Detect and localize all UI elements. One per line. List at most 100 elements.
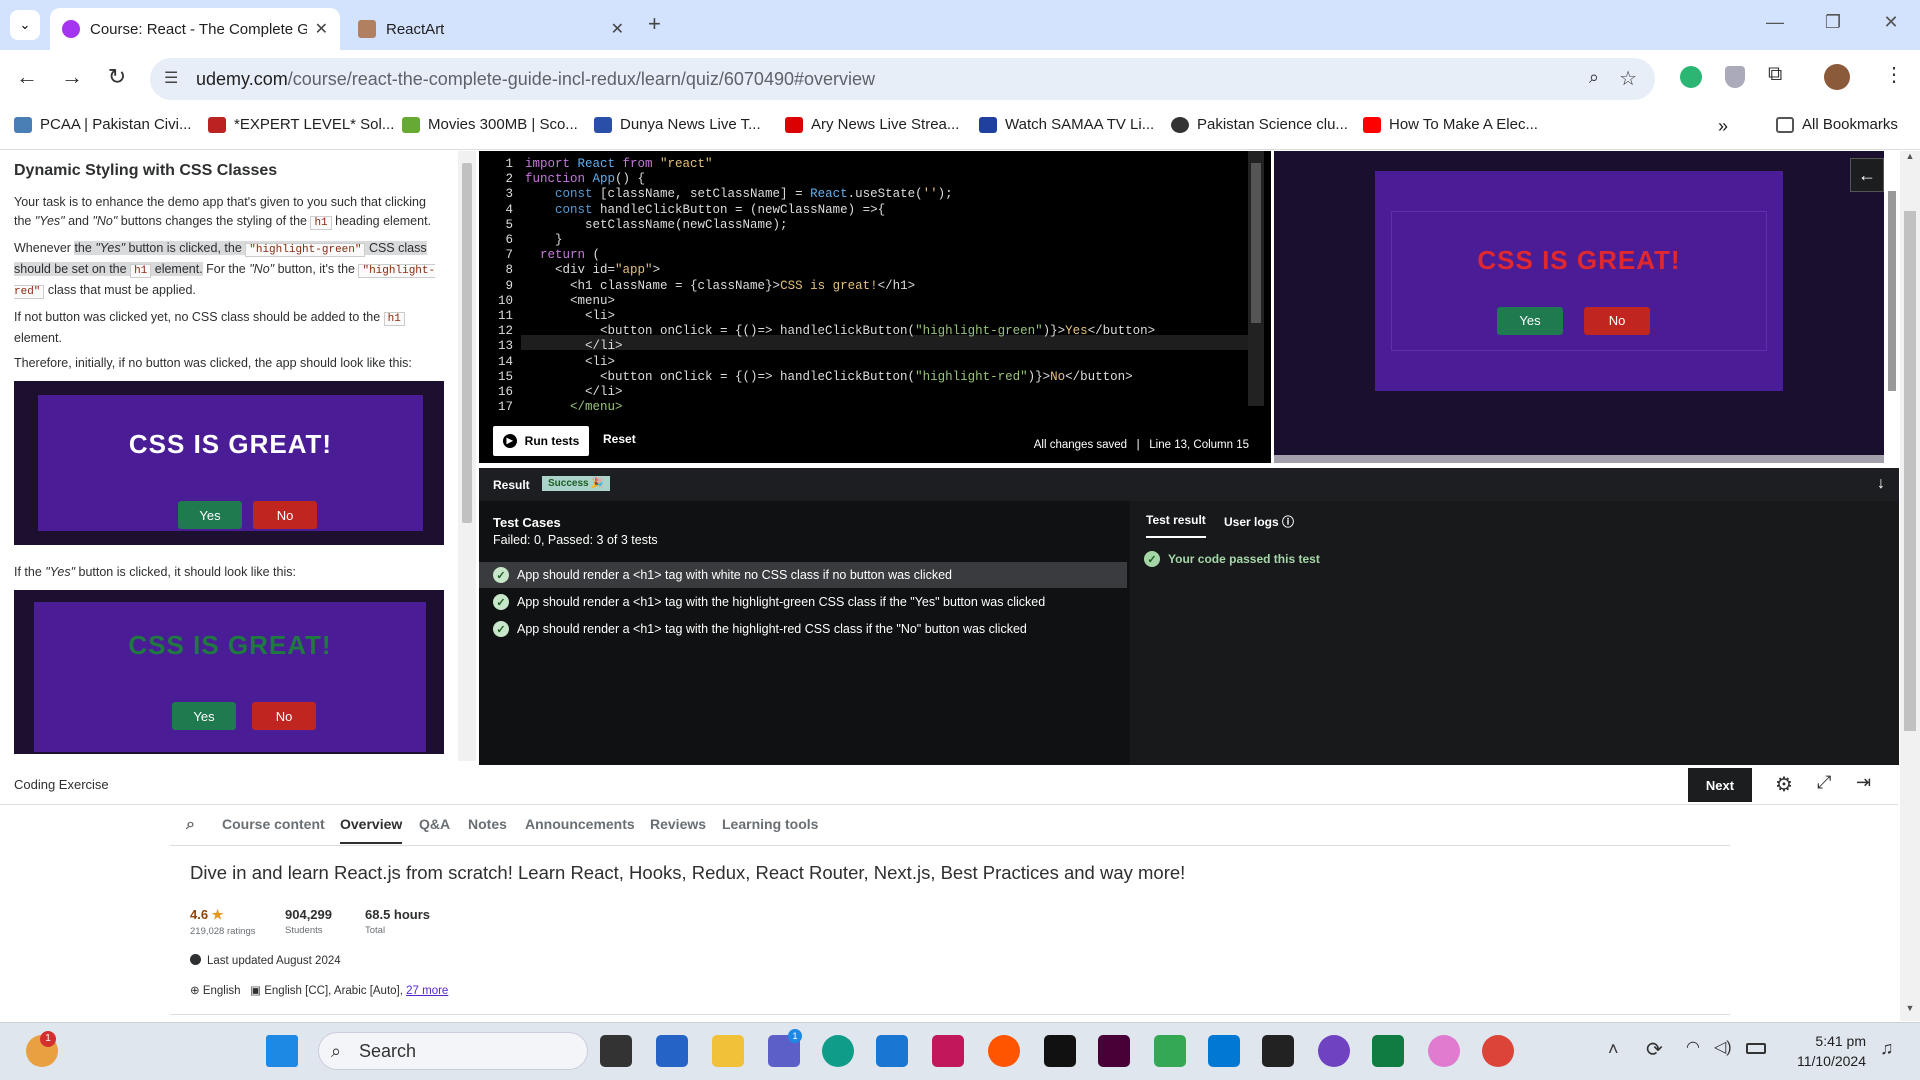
editor-scrollbar[interactable] bbox=[1248, 151, 1264, 406]
restore-icon[interactable]: ❐ bbox=[1818, 12, 1848, 33]
code-line[interactable]: setClassName(newClassName); bbox=[525, 218, 788, 232]
wifi-icon[interactable]: ◠ bbox=[1686, 1037, 1700, 1057]
code-line[interactable]: return ( bbox=[525, 248, 600, 262]
reset-button[interactable]: Reset bbox=[603, 432, 636, 446]
code-line[interactable]: <button onClick = {()=> handleClickButto… bbox=[525, 370, 1133, 384]
minimize-icon[interactable]: — bbox=[1760, 12, 1790, 33]
zoom-icon[interactable]: ⌕ bbox=[1589, 67, 1599, 88]
code-line[interactable]: <li> bbox=[525, 309, 615, 323]
code-line[interactable]: </li> bbox=[525, 385, 623, 399]
file-explorer-icon[interactable] bbox=[712, 1035, 744, 1067]
preview-yes-button[interactable]: Yes bbox=[1497, 307, 1563, 335]
tab-course[interactable]: Course: React - The Complete Guide ✕ bbox=[50, 8, 340, 50]
star-icon[interactable]: ☆ bbox=[1619, 66, 1637, 91]
more-bookmarks-icon[interactable]: » bbox=[1718, 116, 1728, 137]
notifications-icon[interactable]: ♫ bbox=[1880, 1038, 1894, 1059]
settings-icon[interactable]: ⚙ bbox=[1775, 772, 1793, 797]
tab-list-icon[interactable]: ⌄ bbox=[10, 10, 40, 40]
vscode-icon[interactable] bbox=[1208, 1035, 1240, 1067]
sync-icon[interactable]: ⟳ bbox=[1646, 1037, 1663, 1062]
close-tab-icon[interactable]: ✕ bbox=[315, 19, 328, 39]
more-languages-link[interactable]: 27 more bbox=[406, 985, 448, 997]
excel-icon[interactable] bbox=[1372, 1035, 1404, 1067]
code-line[interactable]: <button onClick = {()=> handleClickButto… bbox=[525, 324, 1155, 338]
code-line[interactable]: function App() { bbox=[525, 172, 645, 186]
test-case-row[interactable]: ✓ App should render a <h1> tag with white… bbox=[493, 562, 952, 588]
profile-avatar[interactable] bbox=[1824, 64, 1850, 90]
forward-icon[interactable]: → bbox=[57, 64, 87, 90]
new-tab-icon[interactable]: + bbox=[648, 11, 661, 37]
page-scrollbar[interactable]: ▲ ▼ bbox=[1900, 151, 1920, 1021]
tab-reactart[interactable]: ReactArt ✕ bbox=[346, 8, 636, 50]
reload-icon[interactable]: ↻ bbox=[102, 64, 132, 90]
extension-green-icon[interactable] bbox=[1680, 66, 1702, 88]
preview-no-button[interactable]: No bbox=[1584, 307, 1650, 335]
code-line[interactable]: import React from "react" bbox=[525, 157, 713, 171]
chrome-icon[interactable] bbox=[1482, 1035, 1514, 1067]
collapse-preview-icon[interactable]: ← bbox=[1850, 158, 1884, 192]
tab-qa[interactable]: Q&A bbox=[419, 816, 450, 832]
adobe-xd-icon[interactable] bbox=[1098, 1035, 1130, 1067]
instructions-scrollbar[interactable] bbox=[458, 151, 476, 761]
code-line[interactable]: const handleClickButton = (newClassName)… bbox=[525, 203, 885, 217]
bookmark-item[interactable]: PCAA | Pakistan Civi... bbox=[14, 116, 191, 133]
copilot-icon[interactable] bbox=[1428, 1035, 1460, 1067]
terminal-icon[interactable] bbox=[1262, 1035, 1294, 1067]
collapse-result-icon[interactable]: ↓ bbox=[1877, 475, 1885, 493]
start-icon[interactable] bbox=[266, 1035, 298, 1067]
code-line[interactable]: </li> bbox=[525, 339, 623, 353]
run-tests-button[interactable]: ▶ Run tests bbox=[493, 426, 589, 456]
bookmark-item[interactable]: Pakistan Science clu... bbox=[1171, 116, 1348, 133]
all-bookmarks[interactable]: All Bookmarks bbox=[1776, 116, 1898, 133]
shield-extension-icon[interactable] bbox=[1725, 66, 1745, 88]
store-icon[interactable] bbox=[656, 1035, 688, 1067]
snipping-tool-icon[interactable] bbox=[932, 1035, 964, 1067]
tab-announcements[interactable]: Announcements bbox=[525, 816, 635, 832]
soundcloud-icon[interactable] bbox=[988, 1035, 1020, 1067]
tab-test-result[interactable]: Test result bbox=[1146, 513, 1206, 538]
code-line[interactable]: <menu> bbox=[525, 294, 615, 308]
fullscreen-icon[interactable]: ⤢ bbox=[1817, 772, 1831, 793]
task-view-icon[interactable] bbox=[600, 1035, 632, 1067]
code-line[interactable]: <li> bbox=[525, 355, 615, 369]
close-tab-icon[interactable]: ✕ bbox=[611, 19, 624, 39]
battery-icon[interactable] bbox=[1746, 1043, 1766, 1054]
menu-dots-icon[interactable]: ⋮ bbox=[1884, 62, 1904, 87]
meet-icon[interactable] bbox=[1154, 1035, 1186, 1067]
bookmark-item[interactable]: *EXPERT LEVEL* Sol... bbox=[208, 116, 394, 133]
code-line[interactable]: </menu> bbox=[525, 400, 623, 414]
bookmark-item[interactable]: Dunya News Live T... bbox=[594, 116, 761, 133]
back-icon[interactable]: ← bbox=[12, 64, 42, 90]
preview-scrollbar[interactable] bbox=[1884, 151, 1900, 463]
tab-course-content[interactable]: Course content bbox=[222, 816, 325, 832]
tab-reviews[interactable]: Reviews bbox=[650, 816, 706, 832]
code-line[interactable]: const [className, setClassName] = React.… bbox=[525, 187, 953, 201]
tab-learning-tools[interactable]: Learning tools bbox=[722, 816, 818, 832]
app-m-icon[interactable] bbox=[1044, 1035, 1076, 1067]
edge-icon[interactable] bbox=[822, 1035, 854, 1067]
bookmark-item[interactable]: Watch SAMAA TV Li... bbox=[979, 116, 1154, 133]
github-icon[interactable] bbox=[1318, 1035, 1350, 1067]
volume-icon[interactable]: ◁) bbox=[1714, 1037, 1732, 1057]
site-info-icon[interactable]: ☰ bbox=[164, 68, 178, 88]
test-case-row[interactable]: ✓ App should render a <h1> tag with the h… bbox=[493, 589, 1045, 615]
clock[interactable]: 5:41 pm 11/10/2024 bbox=[1788, 1031, 1866, 1071]
code-line[interactable]: <h1 className = {className}>CSS is great… bbox=[525, 279, 915, 293]
tab-user-logs[interactable]: User logs ⓘ bbox=[1224, 513, 1294, 530]
test-case-row[interactable]: ✓ App should render a <h1> tag with the h… bbox=[493, 616, 1027, 642]
code-line[interactable]: <div id="app"> bbox=[525, 263, 660, 277]
tab-overview[interactable]: Overview bbox=[340, 816, 403, 844]
url-input[interactable]: ☰ udemy.com/course/react-the-complete-gu… bbox=[150, 58, 1655, 100]
expand-icon[interactable]: ⇥ bbox=[1856, 772, 1871, 793]
bookmark-item[interactable]: Movies 300MB | Sco... bbox=[402, 116, 578, 133]
taskbar-search[interactable]: ⌕ Search bbox=[318, 1032, 588, 1070]
bookmark-item[interactable]: Ary News Live Strea... bbox=[785, 116, 959, 133]
tray-chevron-icon[interactable]: ˄ bbox=[1608, 1039, 1619, 1060]
close-window-icon[interactable]: ✕ bbox=[1876, 12, 1906, 33]
search-icon[interactable]: ⌕ bbox=[186, 816, 195, 834]
code-editor[interactable]: 1 import React from "react" 2 function App(… bbox=[479, 151, 1271, 463]
tab-notes[interactable]: Notes bbox=[468, 816, 507, 832]
extensions-puzzle-icon[interactable]: ⧉ bbox=[1768, 63, 1782, 86]
mail-icon[interactable] bbox=[876, 1035, 908, 1067]
bookmark-item[interactable]: How To Make A Elec... bbox=[1363, 116, 1538, 133]
